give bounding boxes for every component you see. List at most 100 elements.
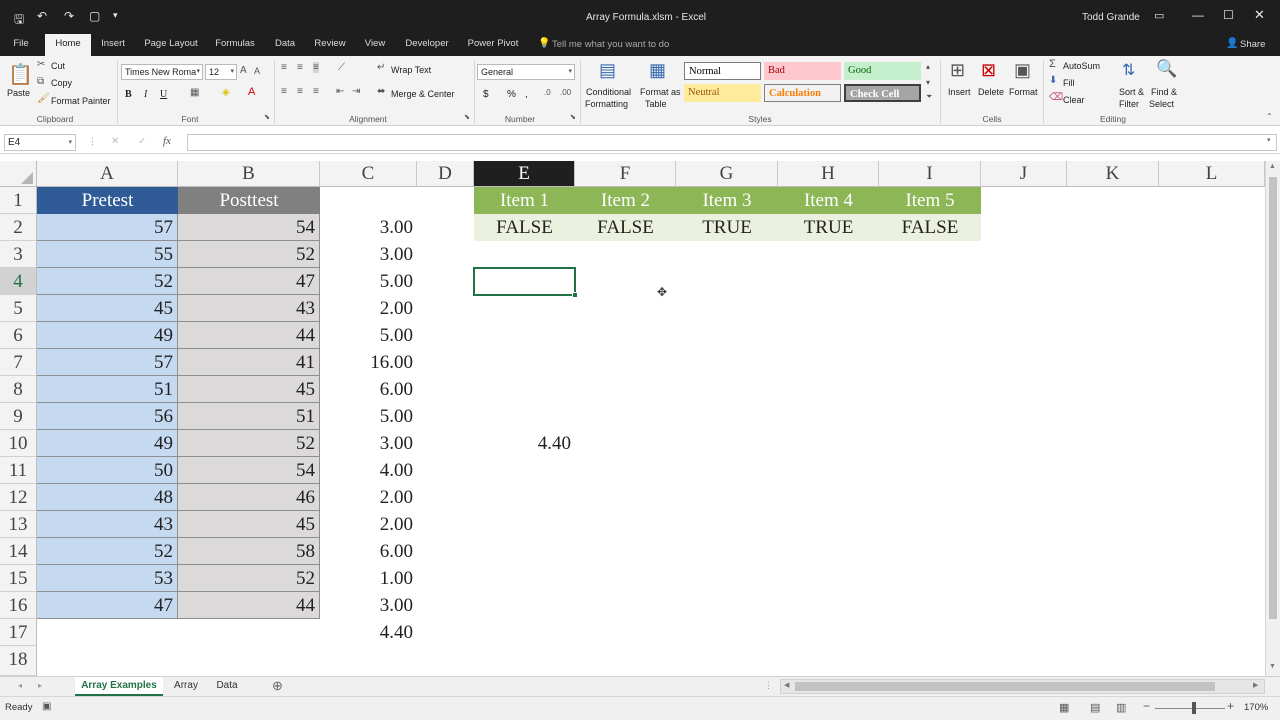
prev-sheet-icon[interactable]: ◂ bbox=[18, 681, 22, 690]
cell-b10[interactable]: 52 bbox=[178, 430, 320, 457]
column-header-e[interactable]: E bbox=[474, 161, 575, 187]
row-header-14[interactable]: 14 bbox=[0, 538, 37, 565]
autosum-icon[interactable]: Σ bbox=[1049, 58, 1056, 70]
percent-button[interactable]: % bbox=[507, 89, 516, 100]
cell-a16[interactable]: 47 bbox=[37, 592, 178, 619]
page-layout-view-icon[interactable]: ▤ bbox=[1090, 701, 1100, 714]
cell-a7[interactable]: 57 bbox=[37, 349, 178, 376]
zoom-level[interactable]: 170% bbox=[1244, 702, 1268, 713]
cell-a8[interactable]: 51 bbox=[37, 376, 178, 403]
styles-more-icon[interactable]: ⏷ bbox=[926, 92, 932, 102]
name-box[interactable]: E4 ▾ bbox=[4, 134, 76, 151]
number-format-combo[interactable]: General ▾ bbox=[477, 64, 575, 80]
currency-button[interactable]: $ bbox=[483, 89, 489, 100]
format-painter-button[interactable]: Format Painter bbox=[51, 96, 111, 106]
sheet-tab-array-examples[interactable]: Array Examples bbox=[75, 677, 163, 696]
cell-c11[interactable]: 4.00 bbox=[320, 457, 417, 484]
cell-a9[interactable]: 56 bbox=[37, 403, 178, 430]
format-as-table-button[interactable]: Format as bbox=[640, 87, 681, 97]
column-header-f[interactable]: F bbox=[575, 161, 676, 187]
row-header-18[interactable]: 18 bbox=[0, 646, 37, 676]
fill-button[interactable]: Fill bbox=[1063, 78, 1075, 88]
cell-b1[interactable]: Posttest bbox=[178, 187, 320, 214]
formula-input[interactable] bbox=[187, 134, 1277, 151]
row-header-12[interactable]: 12 bbox=[0, 484, 37, 511]
orientation-icon[interactable]: ⟋ bbox=[338, 62, 345, 73]
cell-c3[interactable]: 3.00 bbox=[320, 241, 417, 268]
share-button[interactable]: Share bbox=[1240, 39, 1265, 50]
cell-b4[interactable]: 47 bbox=[178, 268, 320, 295]
cell-b8[interactable]: 45 bbox=[178, 376, 320, 403]
cell-g2[interactable]: TRUE bbox=[676, 214, 778, 241]
cell-a11[interactable]: 50 bbox=[37, 457, 178, 484]
format-cells-icon[interactable]: ▣ bbox=[1014, 60, 1031, 81]
cell-b7[interactable]: 41 bbox=[178, 349, 320, 376]
zoom-slider[interactable] bbox=[1155, 708, 1225, 709]
cell-a15[interactable]: 53 bbox=[37, 565, 178, 592]
borders-icon[interactable]: ▦ bbox=[190, 87, 199, 98]
cell-a6[interactable]: 49 bbox=[37, 322, 178, 349]
zoom-in-icon[interactable]: + bbox=[1227, 699, 1234, 713]
scroll-right-icon[interactable]: ▶ bbox=[1253, 681, 1258, 689]
style-normal[interactable]: Normal bbox=[684, 62, 761, 80]
cell-a14[interactable]: 52 bbox=[37, 538, 178, 565]
copy-icon[interactable]: ⧉ bbox=[37, 76, 44, 87]
selected-cell-e4[interactable] bbox=[473, 267, 578, 298]
cell-f1[interactable]: Item 2 bbox=[575, 187, 676, 214]
row-header-5[interactable]: 5 bbox=[0, 295, 37, 322]
merge-center-button[interactable]: Merge & Center bbox=[391, 89, 455, 99]
column-header-g[interactable]: G bbox=[676, 161, 778, 187]
cell-c2[interactable]: 3.00 bbox=[320, 214, 417, 241]
vertical-scroll-thumb[interactable] bbox=[1269, 177, 1277, 619]
style-calculation[interactable]: Calculation bbox=[764, 84, 841, 102]
row-header-16[interactable]: 16 bbox=[0, 592, 37, 619]
fill-handle[interactable] bbox=[572, 292, 578, 298]
format-as-table-icon[interactable]: ▦ bbox=[649, 60, 666, 81]
cell-b12[interactable]: 46 bbox=[178, 484, 320, 511]
sort-filter-icon[interactable]: ⇅ bbox=[1122, 60, 1135, 80]
tab-file[interactable]: File bbox=[6, 34, 36, 56]
paste-button[interactable]: Paste bbox=[7, 88, 30, 98]
cell-i2[interactable]: FALSE bbox=[879, 214, 981, 241]
align-center-icon[interactable]: ≡ bbox=[297, 86, 303, 97]
expand-formula-bar-icon[interactable]: ▾ bbox=[1267, 136, 1271, 144]
decrease-decimal-icon[interactable]: .00 bbox=[560, 88, 571, 97]
cell-b11[interactable]: 54 bbox=[178, 457, 320, 484]
select-all-button[interactable] bbox=[0, 161, 37, 187]
wrap-text-icon[interactable]: ↵ bbox=[377, 62, 385, 73]
dialog-launcher-icon[interactable]: ⬊ bbox=[264, 113, 270, 121]
cell-e1[interactable]: Item 1 bbox=[474, 187, 575, 214]
next-sheet-icon[interactable]: ▸ bbox=[38, 681, 42, 690]
style-neutral[interactable]: Neutral bbox=[684, 84, 761, 102]
cell-g1[interactable]: Item 3 bbox=[676, 187, 778, 214]
cell-c14[interactable]: 6.00 bbox=[320, 538, 417, 565]
row-header-11[interactable]: 11 bbox=[0, 457, 37, 484]
macro-record-icon[interactable]: ▣ bbox=[42, 701, 51, 712]
row-header-10[interactable]: 10 bbox=[0, 430, 37, 457]
grow-font-icon[interactable]: A bbox=[240, 65, 247, 76]
bold-button[interactable]: B bbox=[125, 89, 132, 100]
wrap-text-button[interactable]: Wrap Text bbox=[391, 65, 431, 75]
column-header-d[interactable]: D bbox=[417, 161, 474, 187]
cell-b9[interactable]: 51 bbox=[178, 403, 320, 430]
horizontal-scroll-thumb[interactable] bbox=[795, 682, 1215, 691]
zoom-out-icon[interactable]: − bbox=[1143, 699, 1150, 713]
middle-align-icon[interactable]: ≡ bbox=[297, 62, 303, 73]
decrease-indent-icon[interactable]: ⇤ bbox=[336, 86, 344, 97]
font-size-combo[interactable]: 12 ▾ bbox=[205, 64, 237, 80]
tab-home[interactable]: Home bbox=[45, 34, 91, 56]
tab-review[interactable]: Review bbox=[309, 34, 351, 56]
column-header-k[interactable]: K bbox=[1067, 161, 1159, 187]
column-header-j[interactable]: J bbox=[981, 161, 1067, 187]
column-header-a[interactable]: A bbox=[37, 161, 178, 187]
save-icon[interactable]: 🖫 bbox=[14, 10, 24, 31]
scroll-down-icon[interactable]: ▼ bbox=[1269, 663, 1276, 670]
styles-scroll-up-icon[interactable]: ▴ bbox=[926, 62, 930, 71]
cell-c8[interactable]: 6.00 bbox=[320, 376, 417, 403]
align-left-icon[interactable]: ≡ bbox=[281, 86, 287, 97]
row-header-9[interactable]: 9 bbox=[0, 403, 37, 430]
scroll-up-icon[interactable]: ▲ bbox=[1269, 163, 1276, 170]
bottom-align-icon[interactable]: ≡ bbox=[313, 62, 319, 73]
row-header-7[interactable]: 7 bbox=[0, 349, 37, 376]
cell-a2[interactable]: 57 bbox=[37, 214, 178, 241]
